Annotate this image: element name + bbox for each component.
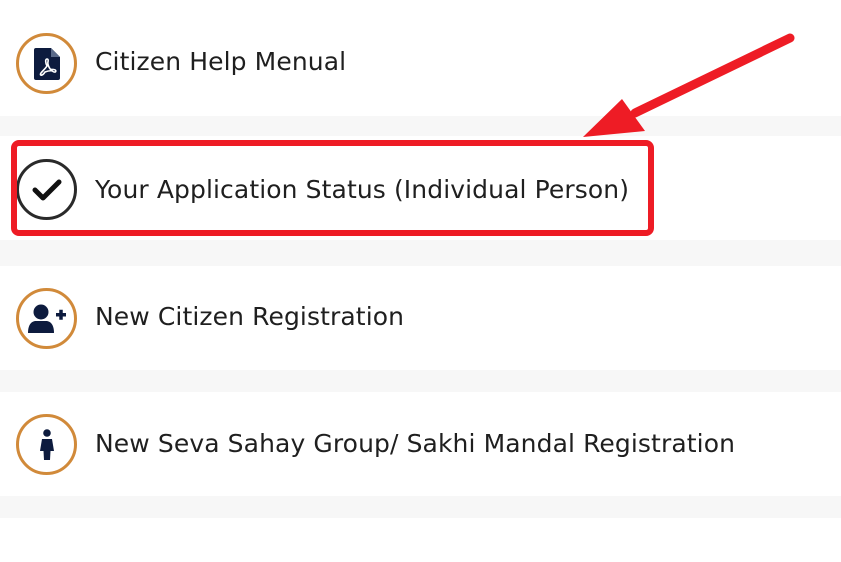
person-icon bbox=[16, 414, 77, 475]
row-separator bbox=[0, 496, 841, 518]
pdf-document-icon bbox=[16, 33, 77, 94]
checkmark-icon bbox=[16, 159, 77, 220]
menu-item-label: Citizen Help Menual bbox=[95, 47, 347, 76]
menu-item-application-status[interactable]: Your Application Status (Individual Pers… bbox=[0, 136, 841, 240]
row-separator bbox=[0, 116, 841, 136]
row-separator bbox=[0, 240, 841, 266]
page: Citizen Help Menual Your Application Sta… bbox=[0, 0, 841, 562]
menu-item-citizen-help-manual[interactable]: Citizen Help Menual bbox=[0, 12, 841, 116]
menu-item-label: Your Application Status (Individual Pers… bbox=[95, 175, 630, 204]
menu-item-label: New Citizen Registration bbox=[95, 302, 405, 331]
menu-item-seva-sahay-group-registration[interactable]: New Seva Sahay Group/ Sakhi Mandal Regis… bbox=[0, 392, 841, 496]
add-user-icon bbox=[16, 288, 77, 349]
menu-item-label: New Seva Sahay Group/ Sakhi Mandal Regis… bbox=[95, 429, 736, 458]
menu-item-new-citizen-registration[interactable]: New Citizen Registration bbox=[0, 266, 841, 370]
row-separator bbox=[0, 368, 841, 392]
